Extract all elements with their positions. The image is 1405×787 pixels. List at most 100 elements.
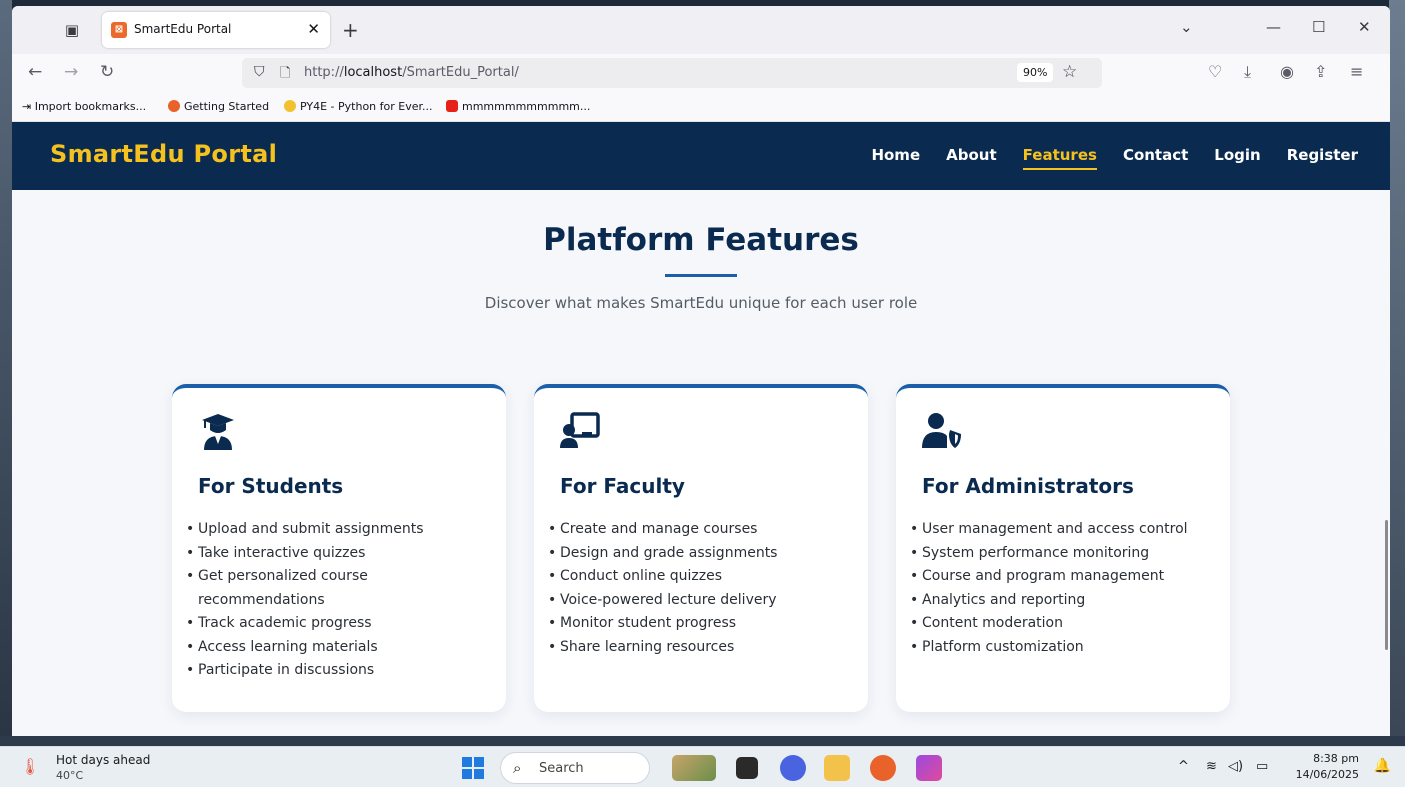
- weather-title[interactable]: Hot days ahead: [56, 753, 150, 767]
- list-item: Conduct online quizzes: [548, 565, 848, 589]
- bookmark-getting-started[interactable]: Getting Started: [168, 100, 269, 113]
- feature-card-faculty: For Faculty Create and manage courses De…: [534, 384, 868, 712]
- list-item: Analytics and reporting: [910, 589, 1210, 613]
- file-explorer-icon[interactable]: [824, 755, 850, 781]
- desktop-left-edge: [0, 0, 12, 745]
- battery-icon[interactable]: ▭: [1256, 759, 1268, 774]
- list-item: Participate in discussions: [186, 659, 486, 683]
- xampp-favicon-icon: ⊠: [111, 22, 127, 38]
- chat-icon[interactable]: [780, 755, 806, 781]
- list-item: Voice-powered lecture delivery: [548, 589, 848, 613]
- list-item: Get personalized course recommendations: [186, 565, 486, 612]
- speaker-icon[interactable]: ◁): [1228, 759, 1243, 774]
- clock-time: 8:38 pm: [1313, 752, 1359, 765]
- teacher-board-icon: [560, 412, 600, 448]
- thermometer-icon[interactable]: 🌡: [20, 757, 40, 776]
- bookmark-import[interactable]: ⇥ Import bookmarks...: [22, 100, 146, 113]
- forward-arrow-icon[interactable]: →: [64, 62, 78, 82]
- news-widget-icon[interactable]: [672, 755, 716, 781]
- url-bar[interactable]: ⛉ 🗋 http://localhost/SmartEdu_Portal/ 90…: [242, 58, 1102, 88]
- bookmark-youtube[interactable]: mmmmmmmmmmm...: [446, 100, 590, 113]
- chevron-down-icon[interactable]: ⌄: [1180, 18, 1193, 36]
- task-view-icon[interactable]: [736, 757, 758, 779]
- list-item: Monitor student progress: [548, 612, 848, 636]
- new-tab-button[interactable]: +: [342, 18, 359, 42]
- section-subtitle: Discover what makes SmartEdu unique for …: [484, 294, 918, 312]
- search-placeholder: Search: [539, 761, 584, 776]
- share-icon[interactable]: ⇪: [1314, 62, 1327, 81]
- site-brand-logo[interactable]: SmartEdu Portal: [50, 140, 277, 168]
- tab-title: SmartEdu Portal: [134, 22, 232, 36]
- firefox-icon: [168, 100, 180, 112]
- media-app-icon[interactable]: [916, 755, 942, 781]
- python-icon: [284, 100, 296, 112]
- list-item: Upload and submit assignments: [186, 518, 486, 542]
- page-info-icon[interactable]: 🗋: [280, 64, 290, 86]
- website-viewport: SmartEdu Portal Home About Features Cont…: [12, 122, 1390, 736]
- url-text[interactable]: http://localhost/SmartEdu_Portal/: [304, 65, 519, 80]
- desktop-bottom-edge: [0, 736, 1405, 746]
- wifi-icon[interactable]: ≋: [1206, 759, 1217, 774]
- close-window-icon[interactable]: ✕: [1358, 18, 1371, 36]
- feature-list: Create and manage courses Design and gra…: [548, 518, 848, 659]
- list-item: User management and access control: [910, 518, 1210, 542]
- back-arrow-icon[interactable]: ←: [28, 62, 42, 82]
- windows-taskbar: 🌡 Hot days ahead 40°C ⌕ Search ^ ≋ ◁) ▭ …: [0, 746, 1405, 787]
- nav-about[interactable]: About: [946, 146, 997, 170]
- notification-bell-icon[interactable]: 🔔: [1374, 758, 1391, 774]
- weather-temp[interactable]: 40°C: [56, 769, 83, 782]
- tab-smartedu[interactable]: ⊠ SmartEdu Portal ✕: [102, 12, 330, 48]
- card-title: For Students: [198, 474, 344, 498]
- site-header: SmartEdu Portal Home About Features Cont…: [12, 122, 1390, 190]
- import-icon: ⇥: [22, 100, 35, 113]
- nav-register[interactable]: Register: [1287, 146, 1358, 170]
- nav-toolbar: ← → ↻ ⛉ 🗋 http://localhost/SmartEdu_Port…: [12, 54, 1390, 92]
- feature-card-administrators: For Administrators User management and a…: [896, 384, 1230, 712]
- account-icon[interactable]: ◉: [1280, 62, 1294, 81]
- bookmark-star-icon[interactable]: ☆: [1062, 62, 1077, 82]
- site-nav: Home About Features Contact Login Regist…: [871, 146, 1358, 170]
- section-title: Platform Features: [543, 222, 859, 258]
- pocket-icon[interactable]: ♡: [1208, 62, 1222, 81]
- reload-icon[interactable]: ↻: [100, 62, 114, 82]
- feature-list: Upload and submit assignments Take inter…: [186, 518, 486, 683]
- windows-start-icon[interactable]: [462, 757, 484, 779]
- list-item: Access learning materials: [186, 636, 486, 660]
- list-item: Platform customization: [910, 636, 1210, 660]
- taskbar-search[interactable]: ⌕ Search: [500, 752, 650, 784]
- browser-window: ▣ ⊠ SmartEdu Portal ✕ + ⌄ — ☐ ✕ ← → ↻ ⛉ …: [12, 6, 1390, 736]
- list-item: Content moderation: [910, 612, 1210, 636]
- user-shield-icon: [922, 413, 961, 448]
- feature-list: User management and access control Syste…: [910, 518, 1210, 659]
- bookmarks-toolbar: ⇥ Import bookmarks... Getting Started PY…: [12, 92, 1390, 122]
- menu-icon[interactable]: ≡: [1350, 62, 1363, 81]
- graduate-icon: [202, 414, 234, 450]
- minimize-icon[interactable]: —: [1266, 18, 1281, 36]
- maximize-icon[interactable]: ☐: [1312, 18, 1325, 36]
- firefox-taskbar-icon[interactable]: [870, 755, 896, 781]
- list-item: System performance monitoring: [910, 542, 1210, 566]
- youtube-icon: [446, 100, 458, 112]
- nav-contact[interactable]: Contact: [1123, 146, 1188, 170]
- desktop-right-edge: [1389, 0, 1405, 745]
- list-item: Course and program management: [910, 565, 1210, 589]
- card-title: For Administrators: [922, 474, 1134, 498]
- list-item: Track academic progress: [186, 612, 486, 636]
- zoom-level-badge[interactable]: 90%: [1017, 63, 1054, 82]
- clock-date: 14/06/2025: [1295, 768, 1359, 781]
- title-underline: [665, 274, 737, 277]
- nav-home[interactable]: Home: [871, 146, 920, 170]
- tab-list-icon[interactable]: ▣: [62, 20, 82, 40]
- nav-features[interactable]: Features: [1022, 146, 1097, 170]
- card-title: For Faculty: [560, 474, 685, 498]
- feature-card-students: For Students Upload and submit assignmen…: [172, 384, 506, 712]
- list-item: Share learning resources: [548, 636, 848, 660]
- download-icon[interactable]: ⤓: [1244, 62, 1251, 82]
- nav-login[interactable]: Login: [1214, 146, 1260, 170]
- chevron-up-icon[interactable]: ^: [1178, 759, 1189, 774]
- system-clock[interactable]: 8:38 pm 14/06/2025: [1296, 751, 1359, 783]
- shield-icon[interactable]: ⛉: [254, 64, 265, 80]
- bookmark-py4e[interactable]: PY4E - Python for Ever...: [284, 100, 433, 113]
- close-tab-icon[interactable]: ✕: [307, 20, 320, 38]
- page-scrollbar[interactable]: [1385, 520, 1388, 650]
